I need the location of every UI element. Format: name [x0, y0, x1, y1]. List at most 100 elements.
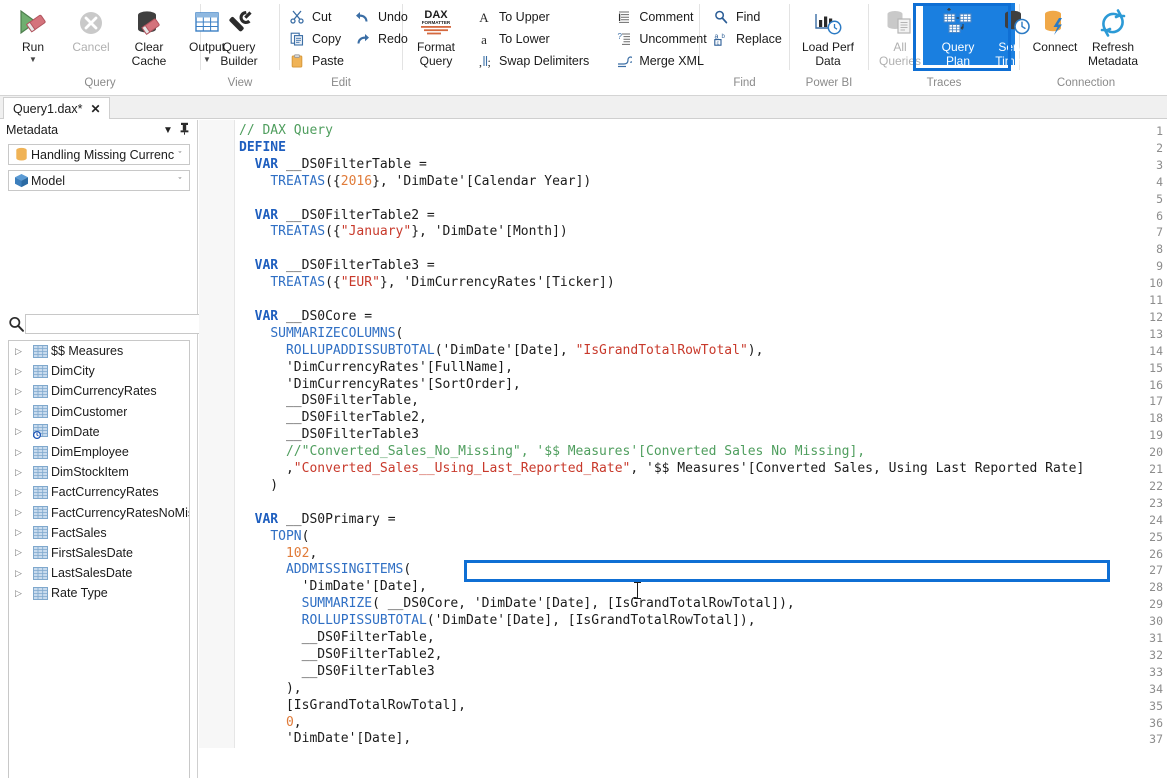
code-line[interactable]: //"Converted_Sales_No_Missing", '$$ Meas… [239, 444, 865, 461]
tree-item[interactable]: ▷ DimDate [9, 422, 189, 442]
code-line[interactable]: [IsGrandTotalRowTotal], [239, 698, 466, 715]
tree-item[interactable]: ▷ DimCustomer [9, 402, 189, 422]
code-line[interactable]: 'DimCurrencyRates'[SortOrder], [239, 377, 521, 394]
tree-item[interactable]: ▷ FactCurrencyRates [9, 482, 189, 502]
query-plan-button-label: Query Plan [928, 40, 988, 68]
server-timings-button[interactable]: Server Timings [987, 3, 1045, 68]
tree-item[interactable]: ▷ DimCity [9, 361, 189, 381]
expander-icon[interactable]: ▷ [15, 487, 29, 498]
format-query-button[interactable]: DAX FORMATTER Format Query [407, 3, 465, 68]
run-caret-icon[interactable]: ▼ [29, 55, 37, 64]
tree-item[interactable]: ▷ $$ Measures [9, 341, 189, 361]
expander-icon[interactable]: ▷ [15, 568, 29, 579]
swap-delimiters-button[interactable]: , ; Swap Delimiters [471, 50, 595, 72]
search-icon[interactable] [8, 316, 25, 333]
code-token: }, 'DimCurrencyRates'[Ticker]) [379, 275, 615, 291]
expander-icon[interactable]: ▷ [15, 507, 29, 518]
code-token: SUMMARIZECOLUMNS [270, 325, 396, 341]
code-line[interactable]: VAR __DS0FilterTable = [239, 157, 427, 174]
tree-item[interactable]: ▷ LastSalesDate [9, 563, 189, 583]
uncomment-button[interactable]: ? Uncomment [611, 28, 712, 50]
expander-icon[interactable]: ▷ [15, 588, 29, 599]
code-line[interactable]: ) [239, 478, 278, 495]
code-line[interactable]: TOPN( [239, 529, 309, 546]
comment-button[interactable]: Comment [611, 6, 712, 28]
query-builder-label-line1: Query [222, 40, 256, 54]
code-token: __DS0Core = [278, 308, 373, 324]
code-line[interactable]: // DAX Query [239, 123, 333, 140]
expander-icon[interactable]: ▷ [15, 426, 29, 437]
code-line[interactable]: DEFINE [239, 140, 286, 157]
code-line[interactable]: SUMMARIZECOLUMNS( [239, 326, 403, 343]
pin-icon[interactable] [176, 122, 192, 138]
code-line[interactable]: ROLLUPISSUBTOTAL('DimDate'[Date], [IsGra… [239, 613, 756, 630]
find-button[interactable]: Find [708, 6, 788, 28]
code-line[interactable]: ,"Converted_Sales__Using_Last_Reported_R… [239, 461, 1084, 478]
merge-xml-button[interactable]: Merge XML [611, 50, 712, 72]
query-builder-button[interactable]: Query Builder [210, 3, 268, 68]
code-line[interactable]: ROLLUPADDISSUBTOTAL('DimDate'[Date], "Is… [239, 343, 763, 360]
replace-button[interactable]: a b c Replace [708, 28, 788, 50]
code-line[interactable]: VAR __DS0Core = [239, 309, 372, 326]
code-line[interactable]: __DS0FilterTable3 [239, 427, 419, 444]
paste-button[interactable]: Paste [284, 50, 350, 72]
to-upper-button[interactable]: A To Upper [471, 6, 595, 28]
tree-item[interactable]: ▷ DimEmployee [9, 442, 189, 462]
load-perf-data-button[interactable]: Load Perf Data [799, 3, 857, 68]
code-line[interactable]: __DS0FilterTable, [239, 393, 419, 410]
clear-cache-button[interactable]: Clear Cache [120, 3, 178, 68]
code-line[interactable]: TREATAS({"January"}, 'DimDate'[Month]) [239, 224, 567, 241]
document-tab-query1[interactable]: Query1.dax* ✕ [3, 97, 110, 119]
tree-item[interactable]: ▷ FactSales [9, 523, 189, 543]
expander-icon[interactable]: ▷ [15, 346, 29, 357]
code-line[interactable]: TREATAS({2016}, 'DimDate'[Calendar Year]… [239, 174, 591, 191]
expander-icon[interactable]: ▷ [15, 467, 29, 478]
to-lower-button[interactable]: a To Lower [471, 28, 595, 50]
metadata-tree[interactable]: ▷ $$ Measures ▷ DimCity ▷ DimCurrencyRates … [8, 340, 190, 778]
dax-code-editor[interactable]: 1 2 3 4 5 6 7 8 9 10 11 12 13 14 15 16 17 18 19 20 21 22 23 24 2… [199, 120, 1167, 748]
expander-icon[interactable]: ▷ [15, 366, 29, 377]
chevron-down-icon[interactable]: ˇ [174, 150, 186, 160]
run-button[interactable]: Run ▼ [4, 3, 62, 64]
code-line[interactable]: SUMMARIZE( __DS0Core, 'DimDate'[Date], [… [239, 596, 795, 613]
close-icon[interactable]: ✕ [90, 102, 100, 116]
line-number: 3 [1156, 157, 1163, 172]
code-line[interactable]: VAR __DS0FilterTable2 = [239, 208, 435, 225]
expander-icon[interactable]: ▷ [15, 386, 29, 397]
expander-icon[interactable]: ▷ [15, 447, 29, 458]
code-line[interactable]: 102, [239, 546, 317, 563]
tree-item[interactable]: ▷ FactCurrencyRatesNoMissin [9, 503, 189, 523]
chevron-down-icon[interactable]: ▼ [160, 125, 176, 136]
code-line[interactable]: ADDMISSINGITEMS( [239, 562, 411, 579]
code-line[interactable]: __DS0FilterTable, [239, 630, 435, 647]
tree-item[interactable]: ▷ DimCurrencyRates [9, 381, 189, 401]
tree-item[interactable]: ▷ Rate Type [9, 583, 189, 603]
code-line[interactable]: 0, [239, 715, 302, 732]
comment-button-label: Comment [639, 10, 694, 24]
expander-icon[interactable]: ▷ [15, 547, 29, 558]
code-line[interactable]: VAR __DS0FilterTable3 = [239, 258, 435, 275]
code-line[interactable]: TREATAS({"EUR"}, 'DimCurrencyRates'[Tick… [239, 275, 615, 292]
code-line[interactable]: 'DimDate'[Date], [239, 731, 411, 748]
code-line[interactable]: __DS0FilterTable2, [239, 647, 443, 664]
expander-icon[interactable]: ▷ [15, 406, 29, 417]
refresh-metadata-button[interactable]: Refresh Metadata [1084, 3, 1142, 68]
code-line[interactable]: ), [239, 681, 302, 698]
metadata-search-input[interactable] [25, 314, 208, 334]
code-line[interactable]: __DS0FilterTable3 [239, 664, 435, 681]
code-line[interactable]: VAR __DS0Primary = [239, 512, 396, 529]
tree-item[interactable]: ▷ FirstSalesDate [9, 543, 189, 563]
model-selector[interactable]: Model ˇ [8, 170, 190, 191]
expander-icon[interactable]: ▷ [15, 527, 29, 538]
query-plan-button[interactable]: Query Plan [929, 3, 987, 68]
cut-button[interactable]: Cut [284, 6, 350, 28]
connection-selector[interactable]: Handling Missing Currency ˇ [8, 144, 190, 165]
code-line[interactable]: 'DimCurrencyRates'[FullName], [239, 360, 513, 377]
metadata-pane: Metadata ▼ Handling Missing Currency ˇ M… [0, 120, 208, 778]
dax-studio-window: Run ▼ Cancel Clear Cache Output ▼ Query … [0, 0, 1167, 778]
code-line[interactable]: 'DimDate'[Date], [239, 579, 427, 596]
code-line[interactable]: __DS0FilterTable2, [239, 410, 427, 427]
copy-button[interactable]: Copy [284, 28, 350, 50]
tree-item[interactable]: ▷ DimStockItem [9, 462, 189, 482]
chevron-down-icon[interactable]: ˇ [174, 176, 186, 186]
